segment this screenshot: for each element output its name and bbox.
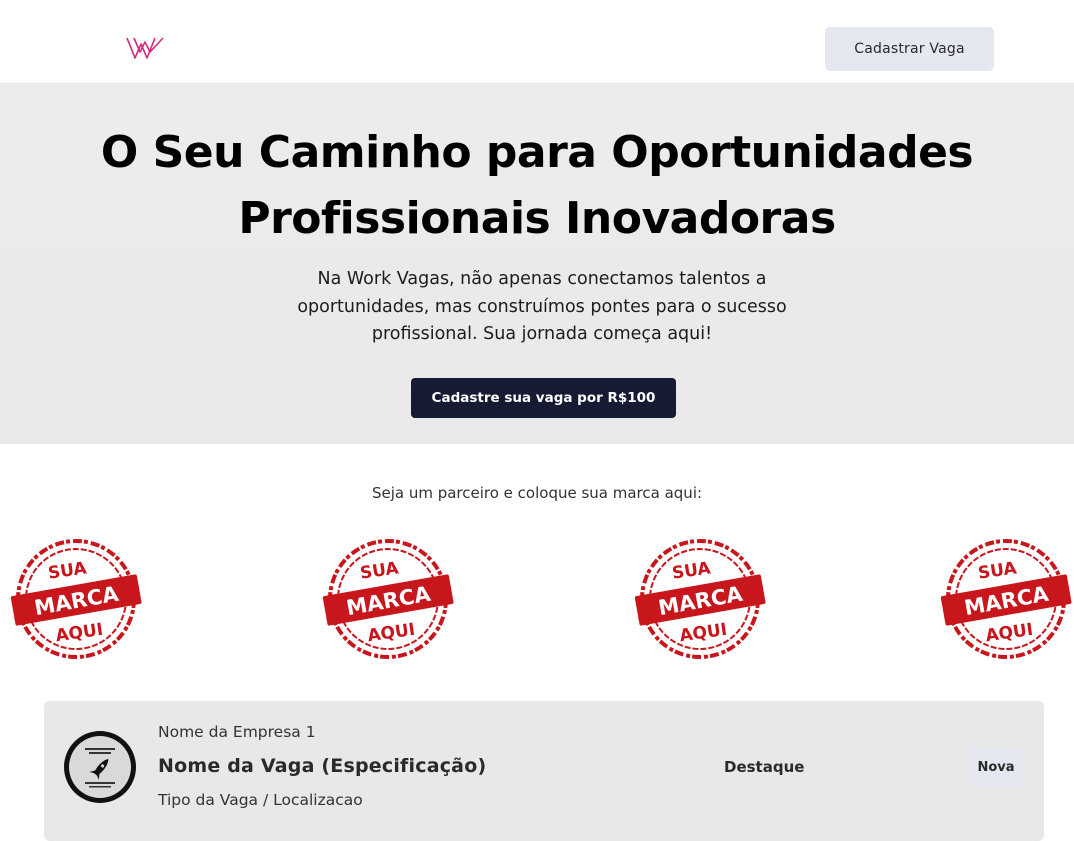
stamp-top-text: SUA (977, 558, 1019, 583)
register-job-button[interactable]: Cadastrar Vaga (825, 27, 994, 71)
highlight-label: Destaque (724, 758, 805, 776)
hero-title: O Seu Caminho para Oportunidades Profiss… (100, 127, 974, 244)
job-type-location: Tipo da Vaga / Localizacao (158, 791, 363, 809)
stamp-bottom-text: AQUI (984, 620, 1034, 646)
stamp-top-text: SUA (671, 558, 713, 583)
hero-subtitle: Na Work Vagas, não apenas conectamos tal… (297, 269, 787, 344)
sua-marca-stamp-icon: SUA MARCA AQUI (634, 539, 766, 659)
job-title[interactable]: Nome da Vaga (Especificação) (158, 755, 486, 777)
new-badge: Nova (968, 748, 1024, 786)
logo-icon[interactable] (126, 36, 164, 60)
partner-slot-3[interactable]: SUA MARCA AQUI (634, 538, 766, 660)
stamp-top-text: SUA (359, 558, 401, 583)
hero-section: O Seu Caminho para Oportunidades Profiss… (0, 84, 1074, 444)
rocket-icon (85, 748, 115, 788)
sua-marca-stamp-icon: SUA MARCA AQUI (10, 539, 142, 659)
company-logo (64, 731, 136, 803)
job-card[interactable]: Nome da Empresa 1 Nome da Vaga (Especifi… (44, 701, 1044, 841)
partners-label: Seja um parceiro e coloque sua marca aqu… (371, 484, 703, 502)
sua-marca-stamp-icon: SUA MARCA AQUI (940, 539, 1072, 659)
stamp-top-text: SUA (47, 558, 89, 583)
stamp-bottom-text: AQUI (54, 620, 104, 646)
partner-slot-4[interactable]: SUA MARCA AQUI (940, 538, 1072, 660)
stamp-bottom-text: AQUI (678, 620, 728, 646)
sua-marca-stamp-icon: SUA MARCA AQUI (322, 539, 454, 659)
partner-slot-1[interactable]: SUA MARCA AQUI (10, 538, 142, 660)
partner-slot-2[interactable]: SUA MARCA AQUI (322, 538, 454, 660)
register-job-cta-button[interactable]: Cadastre sua vaga por R$100 (411, 378, 676, 418)
company-name: Nome da Empresa 1 (158, 723, 316, 741)
header-bar: Cadastrar Vaga (0, 0, 1074, 84)
stamp-bottom-text: AQUI (366, 620, 416, 646)
